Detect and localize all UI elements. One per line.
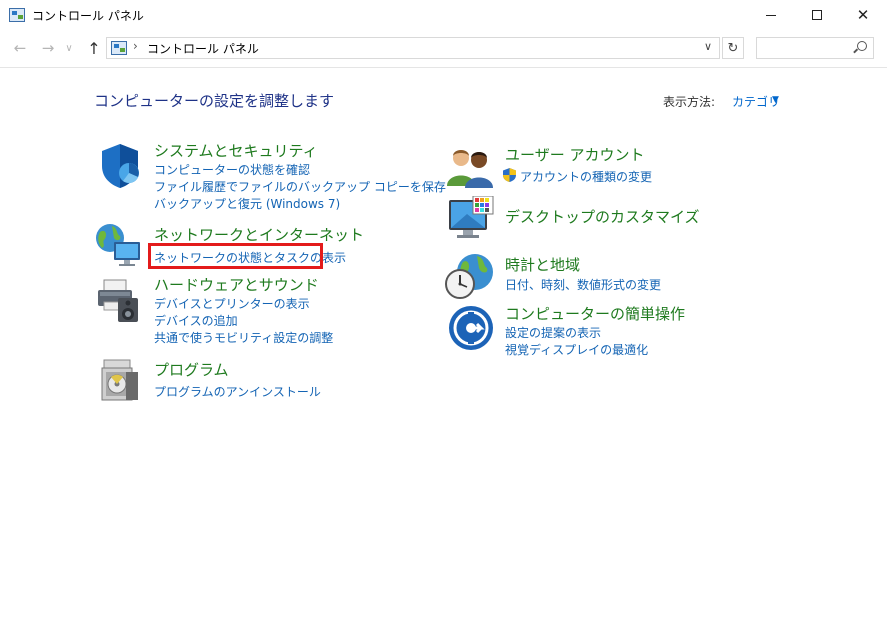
printer-speaker-icon[interactable] bbox=[96, 276, 144, 324]
category-system-security[interactable]: システムとセキュリティ bbox=[154, 140, 318, 161]
control-panel-icon bbox=[111, 41, 127, 55]
back-button[interactable]: ← bbox=[10, 38, 30, 58]
control-panel-icon bbox=[9, 8, 25, 22]
up-button[interactable]: ↑ bbox=[84, 38, 104, 58]
address-dropdown-button[interactable]: ∨ bbox=[704, 40, 712, 53]
breadcrumb-separator[interactable]: › bbox=[133, 39, 138, 53]
link-check-status[interactable]: コンピューターの状態を確認 bbox=[154, 161, 310, 178]
link-file-history-backup[interactable]: ファイル履歴でファイルのバックアップ コピーを保存 bbox=[154, 178, 446, 195]
page-title: コンピューターの設定を調整します bbox=[94, 92, 335, 110]
category-programs[interactable]: プログラム bbox=[154, 359, 229, 380]
chevron-down-icon[interactable]: ▼ bbox=[772, 95, 779, 105]
view-by-label: 表示方法: bbox=[663, 95, 716, 109]
refresh-button[interactable]: ↻ bbox=[722, 37, 744, 59]
link-optimize-visual-display[interactable]: 視覚ディスプレイの最適化 bbox=[505, 341, 648, 358]
link-devices-printers[interactable]: デバイスとプリンターの表示 bbox=[154, 295, 310, 312]
address-bar[interactable]: › コントロール パネル › ∨ bbox=[106, 37, 720, 59]
programs-disc-icon[interactable] bbox=[98, 358, 144, 404]
link-change-account-type[interactable]: アカウントの種類の変更 bbox=[520, 168, 652, 185]
monitor-palette-icon[interactable] bbox=[447, 196, 495, 242]
search-icon bbox=[857, 41, 867, 51]
network-globe-icon[interactable] bbox=[94, 222, 144, 268]
link-uninstall-program[interactable]: プログラムのアンインストール bbox=[154, 383, 321, 400]
category-desktop-customization[interactable]: デスクトップのカスタマイズ bbox=[505, 206, 700, 227]
link-suggested-settings[interactable]: 設定の提案の表示 bbox=[505, 324, 601, 341]
maximize-button[interactable] bbox=[794, 0, 840, 30]
shield-icon[interactable] bbox=[96, 142, 144, 190]
maximize-icon bbox=[812, 10, 822, 20]
clock-globe-icon[interactable] bbox=[445, 252, 495, 300]
category-ease-of-access[interactable]: コンピューターの簡単操作 bbox=[505, 303, 685, 324]
link-add-device[interactable]: デバイスの追加 bbox=[154, 312, 238, 329]
minimize-button[interactable] bbox=[748, 0, 794, 30]
window-title: コントロール パネル bbox=[32, 9, 144, 23]
breadcrumb-separator[interactable]: › bbox=[239, 39, 244, 53]
search-input[interactable] bbox=[756, 37, 874, 59]
forward-button[interactable]: → bbox=[38, 38, 58, 58]
link-mobility-settings[interactable]: 共通で使うモビリティ設定の調整 bbox=[154, 329, 333, 346]
close-button[interactable]: ✕ bbox=[840, 0, 886, 30]
title-bar: コントロール パネル ✕ bbox=[0, 0, 887, 32]
category-clock-region[interactable]: 時計と地域 bbox=[505, 254, 580, 275]
ease-of-access-icon[interactable] bbox=[447, 304, 495, 352]
users-icon[interactable] bbox=[447, 146, 495, 188]
category-hardware-sound[interactable]: ハードウェアとサウンド bbox=[154, 274, 319, 295]
category-network-internet[interactable]: ネットワークとインターネット bbox=[154, 224, 364, 245]
link-date-time-format[interactable]: 日付、時刻、数値形式の変更 bbox=[505, 276, 661, 293]
recent-locations-button[interactable]: ∨ bbox=[62, 38, 76, 58]
divider bbox=[0, 67, 887, 68]
minimize-icon bbox=[766, 14, 776, 16]
uac-shield-icon bbox=[503, 168, 516, 182]
category-user-accounts[interactable]: ユーザー アカウント bbox=[505, 144, 644, 165]
link-backup-restore[interactable]: バックアップと復元 (Windows 7) bbox=[154, 195, 340, 212]
highlight-box bbox=[148, 243, 323, 269]
